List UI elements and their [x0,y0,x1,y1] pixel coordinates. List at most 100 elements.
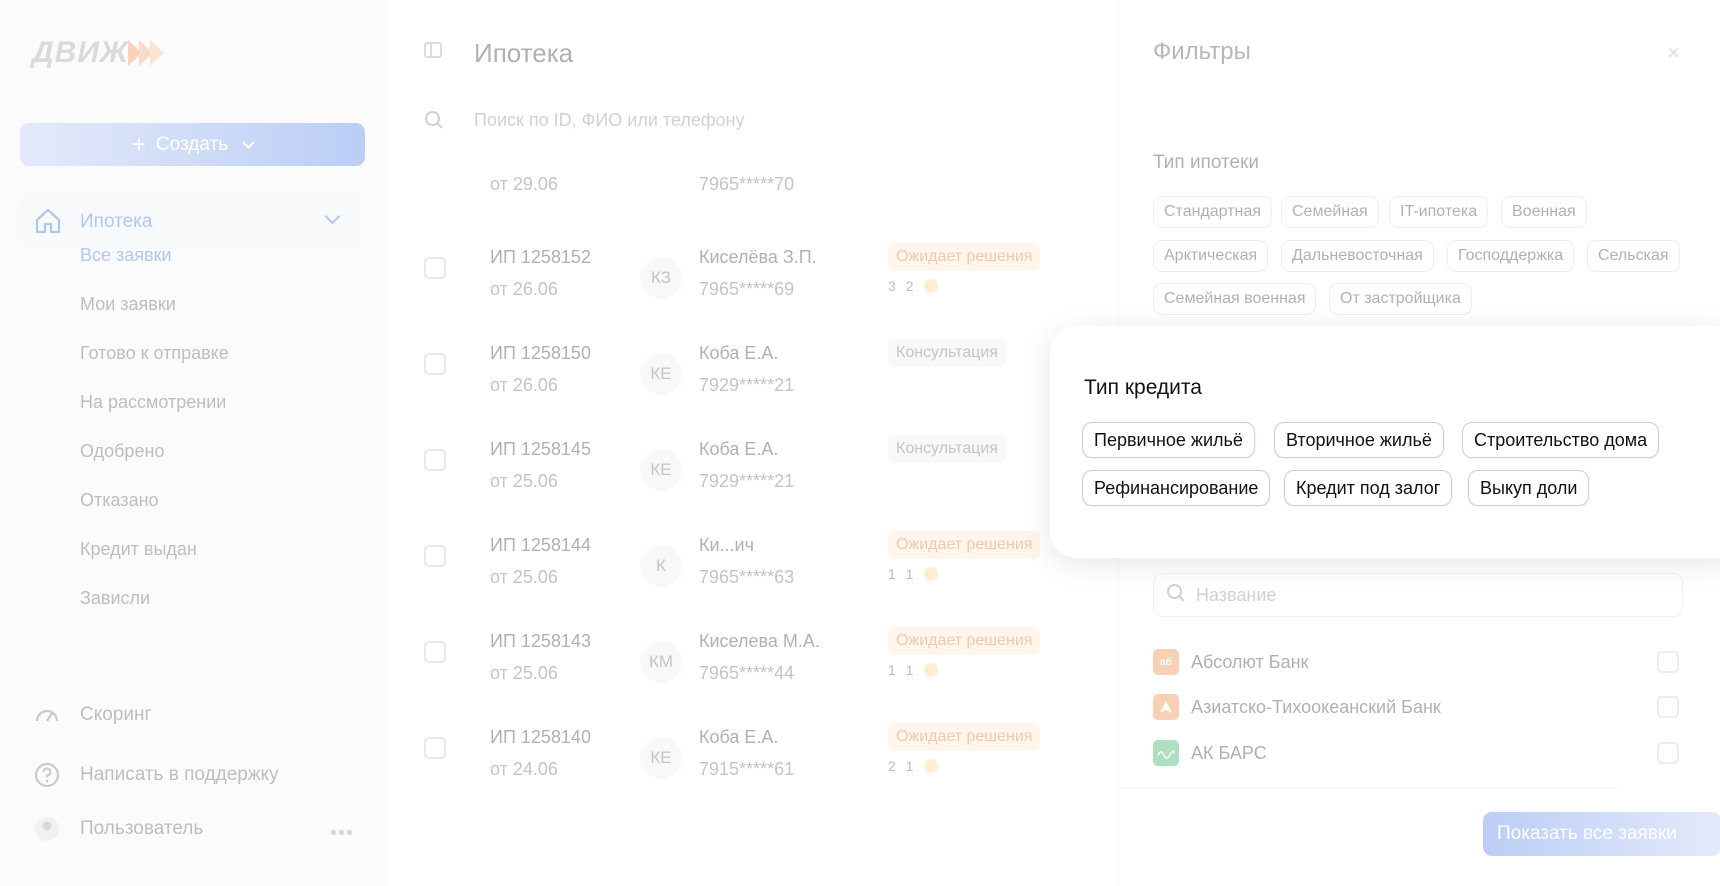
table-row[interactable]: ИП 1258144 от 25.06 К Ки...ич 7965*****6… [388,507,1118,603]
status-badge: Консультация [888,435,1006,463]
row-date: от 25.06 [490,663,558,683]
bank-search[interactable] [1153,573,1683,617]
chip-credit-type[interactable]: Вторичное жильё [1274,422,1444,458]
bank-checkbox[interactable] [1657,651,1679,673]
more-icon[interactable]: ••• [330,822,354,845]
row-name: Ки...ич [699,535,754,555]
sidebar-sub-rejected[interactable]: Отказано [80,490,159,511]
sidebar: ДВИЖ + Создать Ипотека Все заявки Мои за… [0,0,388,886]
indicator-dot-icon [923,567,938,581]
chip-mortgage-type[interactable]: Военная [1501,196,1587,228]
row-id: ИП 1258150 [490,343,591,363]
status-badge: Ожидает решения [888,531,1041,559]
page-title: Ипотека [474,38,574,68]
search-input[interactable] [474,106,1034,134]
status-badge: Консультация [888,339,1006,367]
sidebar-item-support[interactable]: Написать в поддержку [32,760,279,790]
create-button-label: Создать [155,133,229,155]
row-name: Коба Е.А. [699,727,779,747]
row-name: Коба Е.А. [699,439,779,459]
search-icon [1166,583,1186,608]
chip-mortgage-type[interactable]: От застройщика [1329,283,1472,315]
bank-item[interactable]: аб Абсолют Банк [1153,648,1679,676]
indicator-dot-icon [923,663,938,677]
row-counts: 21 [888,758,938,774]
table-row[interactable]: ИП 1258143 от 25.06 КМ Киселева М.А. 796… [388,603,1118,699]
row-name: Киселева М.А. [699,631,820,651]
sidebar-item-user[interactable]: Пользователь [32,814,203,844]
chevron-down-icon[interactable] [324,208,341,225]
chip-credit-type[interactable]: Первичное жильё [1082,422,1255,458]
chevron-down-icon [242,135,255,149]
sidebar-sub-approved[interactable]: Одобрено [80,441,164,462]
row-id: ИП 1258143 [490,631,591,651]
chip-mortgage-type[interactable]: Господдержка [1447,240,1575,272]
create-button[interactable]: + Создать [20,123,365,166]
row-checkbox[interactable] [424,353,446,375]
avatar: КМ [640,641,682,683]
avatar: КЗ [640,257,682,299]
row-checkbox[interactable] [424,641,446,663]
chip-mortgage-type[interactable]: Арктическая [1153,240,1269,272]
filters-title: Фильтры [1153,38,1251,65]
row-phone: 7965*****69 [699,279,795,299]
sidebar-sub-issued[interactable]: Кредит выдан [80,539,197,560]
row-name: Киселёва З.П. [699,247,817,267]
sidebar-sub-review[interactable]: На рассмотрении [80,392,226,413]
logo-arrows-icon [127,40,164,66]
mortgage-type-title: Тип ипотеки [1153,152,1259,173]
chip-credit-type[interactable]: Кредит под залог [1284,470,1453,506]
row-checkbox[interactable] [424,257,446,279]
show-all-button[interactable]: Показать все заявки [1483,812,1720,856]
plus-icon: + [131,130,146,158]
sidebar-sub-ready[interactable]: Готово к отправке [80,343,229,364]
row-counts: 32 [888,278,938,294]
sidebar-sub-mine[interactable]: Мои заявки [80,294,176,315]
row-id: ИП 1258145 [490,439,591,459]
indicator-dot-icon [923,279,938,293]
bank-item[interactable]: Азиатско-Тихоокеанский Банк [1153,693,1679,721]
table-row[interactable]: ИП 1258150 от 26.06 КЕ Коба Е.А. 7929***… [388,315,1118,411]
row-checkbox[interactable] [424,449,446,471]
row-date: от 26.06 [490,375,558,395]
chip-mortgage-type[interactable]: Сельская [1587,240,1680,272]
row-date: от 25.06 [490,567,558,587]
chip-mortgage-type[interactable]: Дальневосточная [1281,240,1434,272]
table-row[interactable]: ИП 1258145 от 25.06 КЕ Коба Е.А. 7929***… [388,411,1118,507]
chip-credit-type[interactable]: Выкуп доли [1468,470,1590,506]
bank-checkbox[interactable] [1657,696,1679,718]
bank-checkbox[interactable] [1657,742,1679,764]
avatar: КЕ [640,353,682,395]
chip-mortgage-type[interactable]: Семейная [1281,196,1379,228]
sidebar-toggle-icon[interactable] [424,42,442,58]
chip-credit-type[interactable]: Рефинансирование [1082,470,1271,506]
sidebar-item-mortgage[interactable]: Ипотека [20,193,360,249]
sidebar-sub-stuck[interactable]: Зависли [80,588,150,609]
row-phone: 7965*****44 [699,663,795,683]
chip-credit-type[interactable]: Строительство дома [1462,422,1660,458]
divider [1119,788,1619,789]
bank-logo-icon [1153,740,1179,766]
bank-logo-icon [1153,694,1179,720]
chip-mortgage-type[interactable]: Семейная военная [1153,283,1317,315]
bank-item[interactable]: АК БАРС [1153,739,1679,767]
bank-search-input[interactable] [1196,584,1636,606]
sidebar-sub-all[interactable]: Все заявки [80,245,172,266]
logo[interactable]: ДВИЖ [32,36,164,70]
avatar: КЕ [640,737,682,779]
user-avatar-icon [32,814,62,844]
close-icon[interactable]: × [1667,40,1680,66]
chip-mortgage-type[interactable]: Стандартная [1153,196,1272,228]
row-checkbox[interactable] [424,737,446,759]
row-counts: 11 [888,566,938,582]
table-row[interactable]: ИП 1258140 от 24.06 КЕ Коба Е.А. 7915***… [388,699,1118,795]
status-badge: Ожидает решения [888,723,1041,751]
row-phone: 7929*****21 [699,375,795,395]
row-name: Коба Е.А. [699,343,779,363]
table-row[interactable]: ИП 1258152 от 26.06 КЗ Киселёва З.П. 796… [388,219,1118,315]
sidebar-item-label: Ипотека [80,211,153,232]
chip-mortgage-type[interactable]: IT-ипотека [1389,196,1489,228]
sidebar-item-scoring[interactable]: Скоринг [32,700,151,730]
row-checkbox[interactable] [424,545,446,567]
row-id: ИП 1258144 [490,535,591,555]
